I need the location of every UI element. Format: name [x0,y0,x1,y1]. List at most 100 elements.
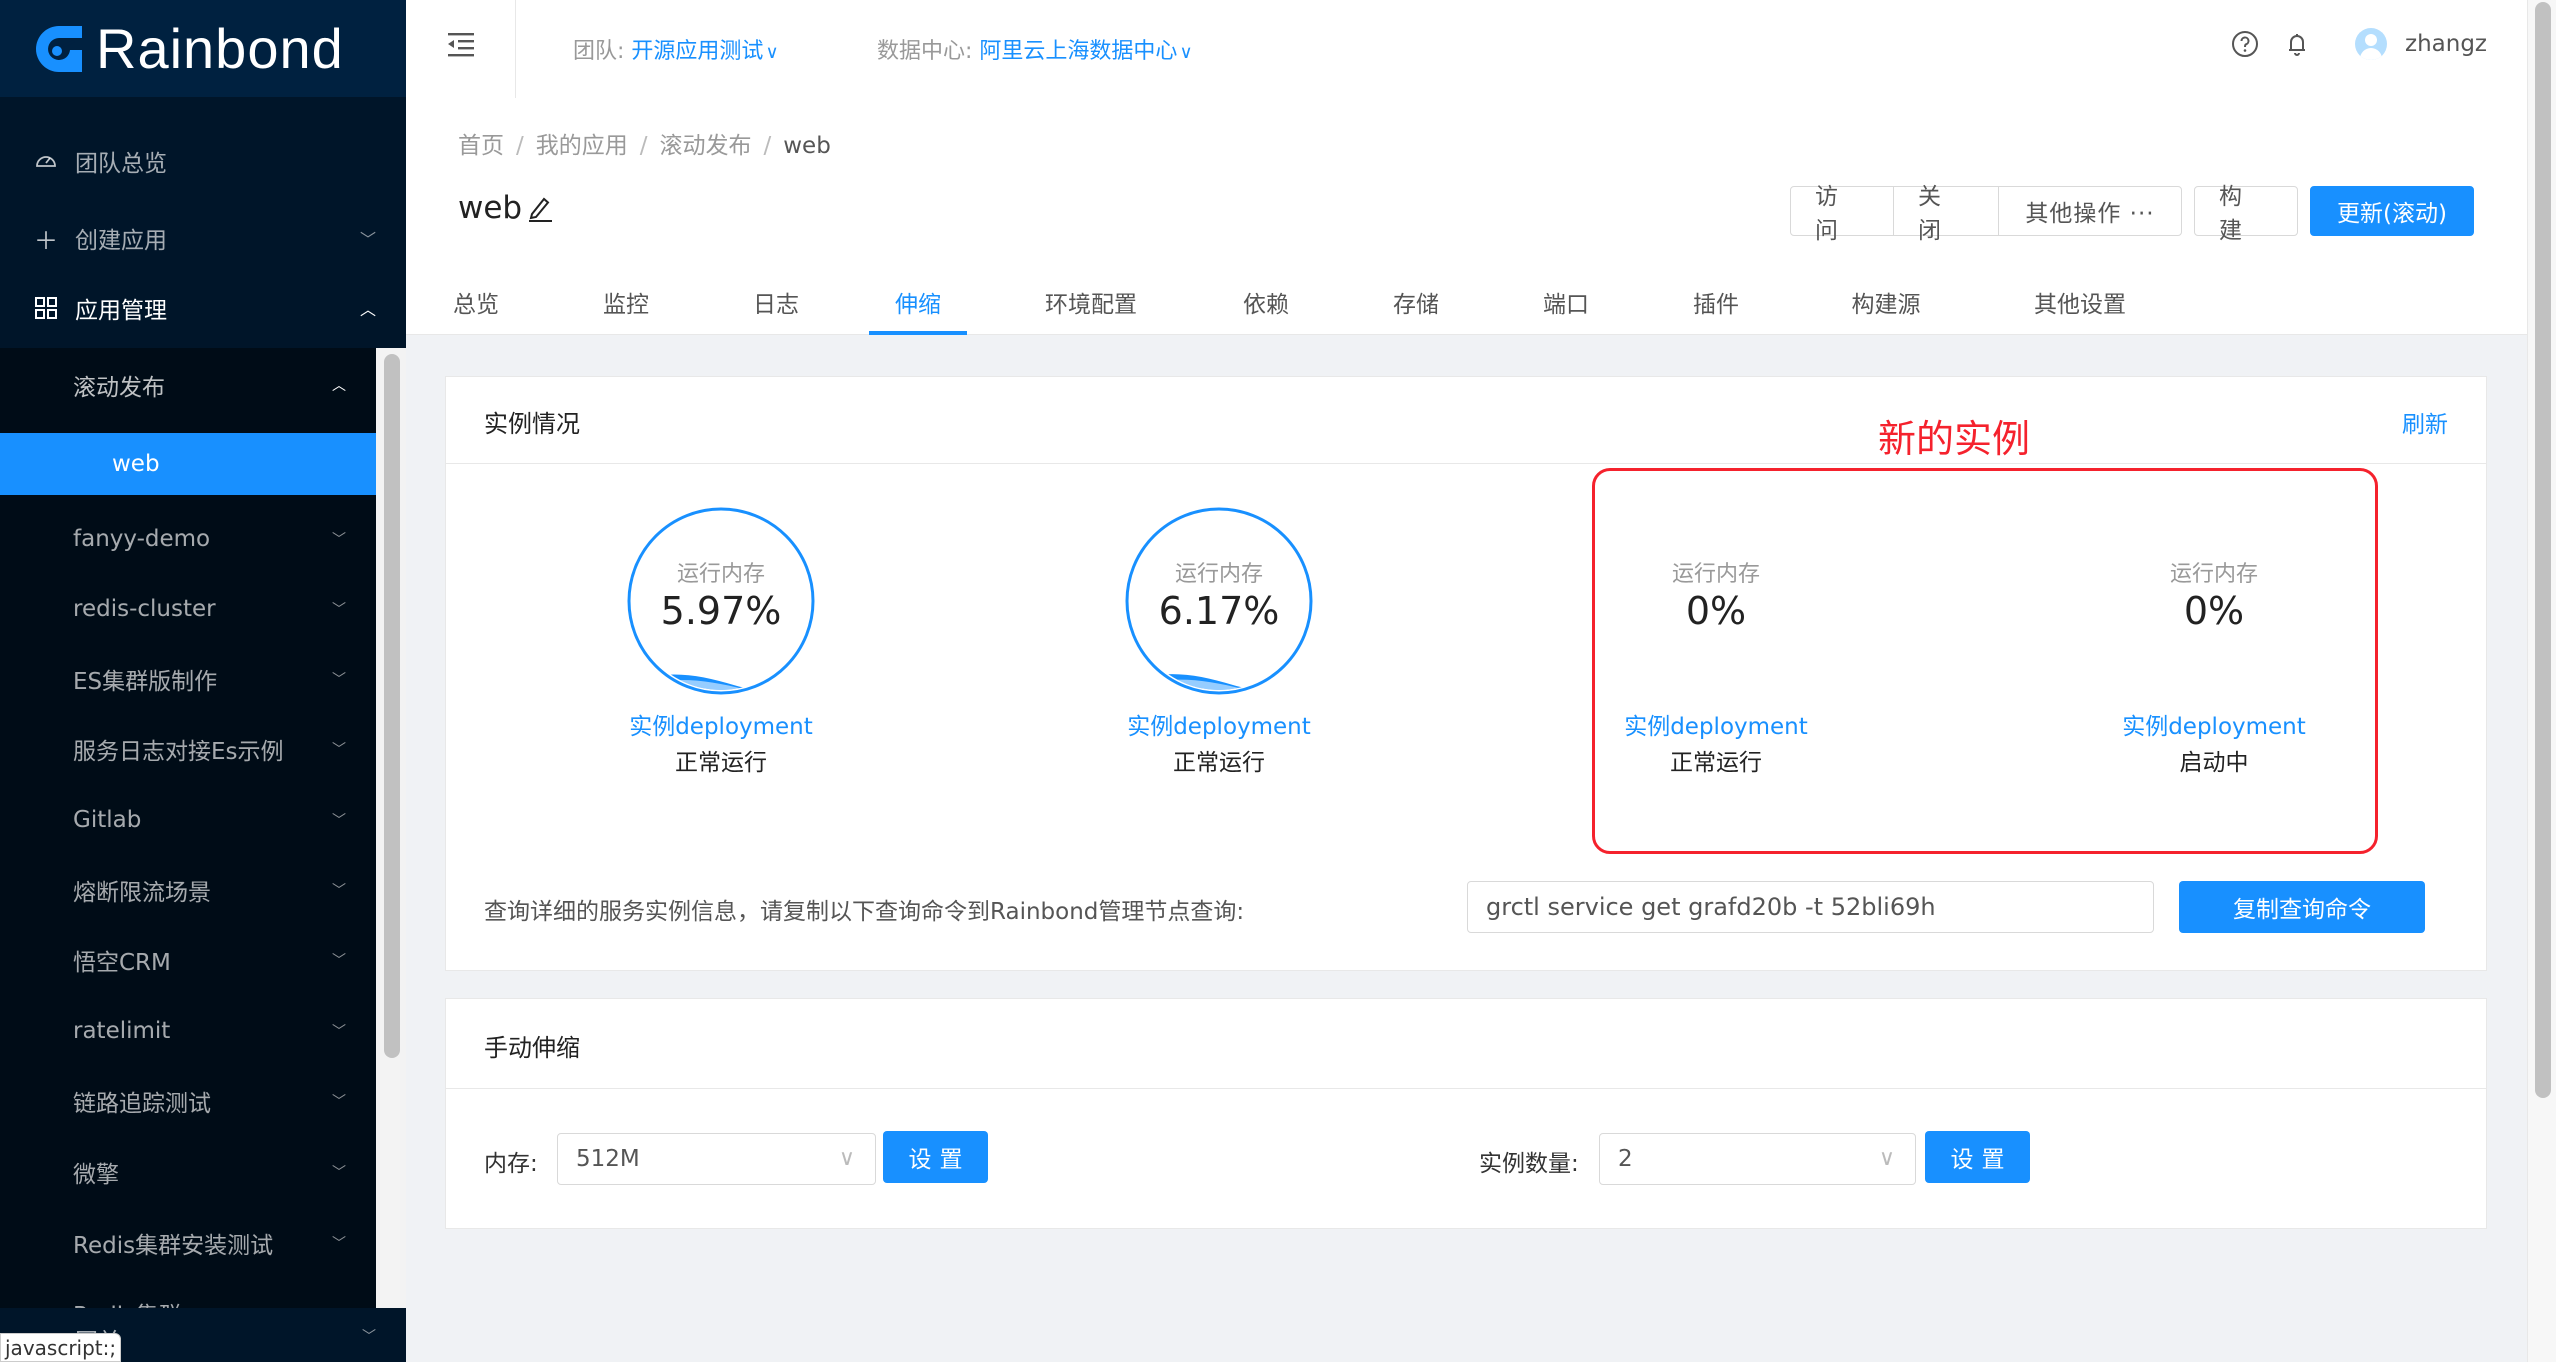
tab-storage[interactable]: 存储 [1376,273,1456,335]
sidebar-group-item[interactable]: 熔断限流场景 ﹀ [0,855,376,925]
sidebar-group-item[interactable]: redis-cluster ﹀ [0,574,376,644]
bell-icon[interactable] [2283,30,2311,58]
header-divider [515,0,516,98]
set-memory-button[interactable]: 设置 [883,1131,988,1183]
sidebar-item-label: 团队总览 [75,151,167,177]
edit-icon[interactable] [526,193,554,223]
app-submenu: 滚动发布 ︿ web fanyy-demo ﹀ redis-cluster ﹀ ES… [0,348,406,1308]
chevron-down-icon: ﹀ [332,1236,346,1252]
sidebar-group-item[interactable]: 微擎 ﹀ [0,1137,376,1207]
memory-label: 运行内存 [676,562,765,587]
build-button[interactable]: 构 建 [2194,184,2298,244]
sidebar-scrollbar-thumb[interactable] [384,354,400,1058]
tab-scaling[interactable]: 伸缩 [869,273,967,335]
sidebar-item-app-management[interactable]: 应用管理 ︿ [0,273,406,343]
team-selector[interactable]: 团队: 开源应用测试 ∨ [573,33,779,65]
header-actions: zhangz [2231,28,2487,60]
sidebar-group-rolling-release[interactable]: 滚动发布 ︿ [0,350,376,420]
instance-link[interactable]: 实例deployment [591,707,851,741]
tab-monitor[interactable]: 监控 [586,273,666,335]
sidebar-group-item[interactable]: ratelimit ﹀ [0,996,376,1066]
close-button[interactable]: 关 闭 [1893,184,1999,244]
chevron-down-icon: ﹀ [332,883,346,899]
tab-dependencies[interactable]: 依赖 [1226,273,1306,335]
instances-card-title: 实例情况 [484,410,580,438]
memory-select[interactable]: 512M ∨ [557,1133,876,1185]
instance-count-label: 实例数量: [1479,1151,1579,1177]
sidebar-group-item[interactable]: 悟空CRM ﹀ [0,925,376,995]
query-hint: 查询详细的服务实例信息，请复制以下查询命令到Rainbond管理节点查询: [484,899,1245,925]
sidebar-item-label: 应用管理 [75,298,167,324]
manual-scaling-card: 手动伸缩 内存: 512M ∨ 设置 实例数量: 2 ∨ 设置 [445,998,2487,1229]
tab-other-settings[interactable]: 其他设置 [2020,273,2140,335]
menu-fold-icon[interactable] [446,30,476,60]
sidebar-item-label: 创建应用 [75,228,167,254]
tab-plugins[interactable]: 插件 [1676,273,1756,335]
page-scrollbar[interactable] [2527,0,2556,1362]
instance-count-select[interactable]: 2 ∨ [1599,1133,1916,1185]
sidebar-item-web[interactable]: web [0,433,376,495]
instances-card-header: 实例情况 刷新 [446,377,2486,464]
manual-scaling-card-header: 手动伸缩 [446,999,2486,1089]
username[interactable]: zhangz [2405,31,2487,57]
sidebar-group-item[interactable]: ES集群版制作 ﹀ [0,644,376,714]
chevron-down-icon: ﹀ [332,602,346,618]
chevron-down-icon: ﹀ [332,672,346,688]
sidebar-group-item[interactable]: Redis集群 [0,1278,376,1308]
sidebar-item-create-app[interactable]: ＋ 创建应用 ﹀ [0,203,406,273]
sidebar: Rainbond 团队总览 ＋ 创建应用 ﹀ 应用管理 ︿ 滚动发布 ︿ web… [0,0,406,1362]
tab-env-config[interactable]: 环境配置 [1036,273,1146,335]
tab-overview[interactable]: 总览 [436,273,516,335]
chevron-down-icon: ﹀ [332,1094,346,1110]
chevron-down-icon: ∨ [838,1146,855,1171]
chevron-down-icon: ∨ [1179,42,1193,63]
datacenter-selector[interactable]: 数据中心: 阿里云上海数据中心 ∨ [877,33,1193,65]
sidebar-item-team-overview[interactable]: 团队总览 [0,126,406,196]
dashboard-icon [34,149,58,173]
page-header: 首页 / 我的应用 / 滚动发布 / web web 访 问 关 闭 其他操作 ··· 构 … [406,98,2527,335]
sidebar-scrollbar[interactable] [376,348,406,1308]
query-command-input[interactable] [1467,881,2154,933]
datacenter-name: 阿里云上海数据中心 [979,39,1178,64]
plus-icon: ＋ [34,226,58,255]
sidebar-group-item[interactable]: Redis集群安装测试 ﹀ [0,1208,376,1278]
sidebar-group-item[interactable]: 服务日志对接Es示例 ﹀ [0,714,376,784]
set-instance-count-button[interactable]: 设置 [1925,1131,2030,1183]
sidebar-group-item[interactable]: fanyy-demo ﹀ [0,504,376,574]
breadcrumb: 首页 / 我的应用 / 滚动发布 / web [458,133,831,159]
tab-ports[interactable]: 端口 [1526,273,1606,335]
page-scrollbar-thumb[interactable] [2535,2,2551,1098]
breadcrumb-app-group[interactable]: 滚动发布 [660,133,752,159]
update-rolling-button[interactable]: 更新(滚动) [2310,186,2474,236]
memory-field-label: 内存: [484,1151,538,1177]
rainbond-logo-icon [36,25,82,72]
link-status-tooltip: javascript:; [0,1333,122,1362]
logo-text: Rainbond [96,17,344,80]
help-icon[interactable] [2231,30,2259,58]
chevron-down-icon: ﹀ [359,230,376,249]
instance-status: 正常运行 [1173,750,1265,776]
chevron-down-icon: ﹀ [332,742,346,758]
sidebar-group-item[interactable]: 链路追踪测试 ﹀ [0,1066,376,1136]
visit-button[interactable]: 访 问 [1790,184,1894,244]
top-header: 团队: 开源应用测试 ∨ 数据中心: 阿里云上海数据中心 ∨ zhangz [406,0,2527,98]
more-actions-button[interactable]: 其他操作 ··· [1998,186,2182,236]
chevron-down-icon: ﹀ [332,813,346,829]
tab-build-source[interactable]: 构建源 [1836,273,1936,335]
memory-label: 运行内存 [1174,562,1263,587]
copy-command-button[interactable]: 复制查询命令 [2179,881,2425,933]
instance-link[interactable]: 实例deployment [1089,707,1349,741]
annotation-highlight-box [1592,468,2378,854]
memory-value: 5.97% [660,589,782,633]
breadcrumb-my-apps[interactable]: 我的应用 [536,133,628,159]
sidebar-group-item[interactable]: Gitlab ﹀ [0,785,376,855]
manual-scaling-title: 手动伸缩 [484,1034,580,1062]
tab-logs[interactable]: 日志 [736,273,816,335]
breadcrumb-home[interactable]: 首页 [458,133,504,159]
chevron-down-icon: ﹀ [332,953,346,969]
page-title: web [458,190,554,226]
refresh-link[interactable]: 刷新 [2402,405,2448,439]
avatar[interactable] [2355,28,2387,60]
breadcrumb-current: web [783,133,831,159]
logo[interactable]: Rainbond [0,0,406,97]
